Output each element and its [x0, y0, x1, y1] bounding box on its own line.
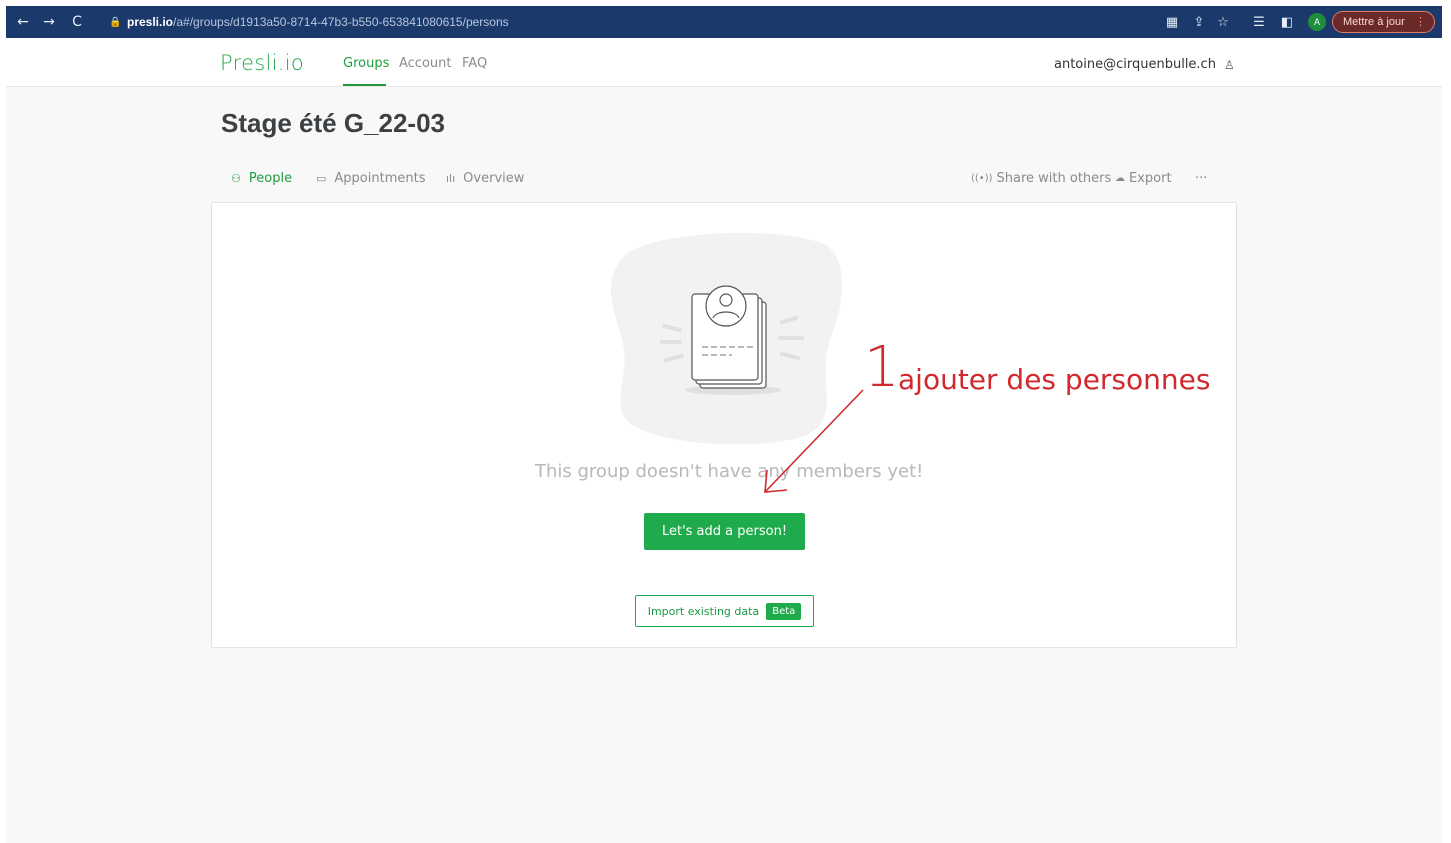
beta-badge: Beta [766, 602, 802, 620]
bookmark-star-icon[interactable]: ☆ [1213, 6, 1233, 38]
lock-icon: 🔒 [109, 16, 122, 28]
address-bar[interactable]: 🔒 presli.io /a#/groups/d1913a50-8714-47b… [109, 14, 509, 30]
share-page-icon[interactable]: ⇪ [1189, 6, 1209, 38]
reload-icon[interactable]: C [66, 6, 88, 38]
side-panel-icon[interactable]: ◧ [1277, 6, 1297, 38]
people-icon: ⚇ [231, 172, 241, 185]
tab-people-label: People [248, 171, 293, 186]
active-nav-indicator [343, 84, 386, 86]
tab-appointments[interactable]: ▭ Appointments [316, 171, 425, 186]
translate-icon[interactable]: ▦ [1162, 6, 1182, 38]
nav-groups[interactable]: Groups [343, 56, 389, 71]
broadcast-icon: ((•)) [971, 173, 993, 184]
url-path: /a#/groups/d1913a50-8714-47b3-b550-65384… [173, 15, 509, 29]
share-with-others-link[interactable]: ((•)) Share with others [971, 171, 1111, 186]
reading-list-icon[interactable]: ☰ [1249, 6, 1269, 38]
nav-account[interactable]: Account [399, 56, 452, 71]
cloud-download-icon: ☁ [1115, 173, 1125, 184]
annotation-arrow-icon [764, 389, 864, 493]
update-button-label: Mettre à jour [1343, 16, 1405, 28]
user-email: antoine@cirquenbulle.ch [1054, 57, 1216, 72]
app-header: Presli.io Groups Account FAQ antoine@cir… [6, 38, 1442, 87]
more-options-icon[interactable]: ··· [1195, 171, 1207, 186]
profile-avatar[interactable]: A [1308, 13, 1326, 31]
browser-window: ← → C 🔒 presli.io /a#/groups/d1913a50-87… [6, 6, 1442, 843]
share-label: Share with others [996, 171, 1112, 186]
forward-arrow-icon[interactable]: → [38, 6, 60, 38]
browser-toolbar: ← → C 🔒 presli.io /a#/groups/d1913a50-87… [6, 6, 1442, 38]
calendar-icon: ▭ [316, 172, 327, 185]
tab-overview-label: Overview [463, 171, 525, 186]
tab-overview[interactable]: ılı Overview [446, 171, 524, 186]
tab-appointments-label: Appointments [334, 171, 426, 186]
tab-people[interactable]: ⚇ People [231, 171, 292, 186]
bar-chart-icon: ılı [446, 172, 456, 185]
annotation-text: ajouter des personnes [898, 363, 1211, 396]
user-menu[interactable]: antoine@cirquenbulle.ch ♙ [1054, 57, 1235, 72]
page-title: Stage été G_22-03 [221, 108, 446, 138]
export-link[interactable]: ☁ Export [1115, 171, 1172, 186]
user-icon: ♙ [1223, 57, 1235, 72]
window-edge [1442, 0, 1451, 843]
import-data-button[interactable]: Import existing data Beta [635, 595, 814, 627]
kebab-menu-icon: ⋮ [1415, 16, 1426, 28]
logo[interactable]: Presli.io [220, 51, 304, 75]
add-person-button[interactable]: Let's add a person! [644, 513, 805, 550]
back-arrow-icon[interactable]: ← [12, 6, 34, 38]
update-button[interactable]: Mettre à jour ⋮ [1332, 11, 1435, 33]
nav-faq[interactable]: FAQ [462, 56, 487, 71]
import-data-label: Import existing data [647, 604, 760, 618]
export-label: Export [1129, 171, 1172, 186]
url-host: presli.io [127, 15, 174, 29]
